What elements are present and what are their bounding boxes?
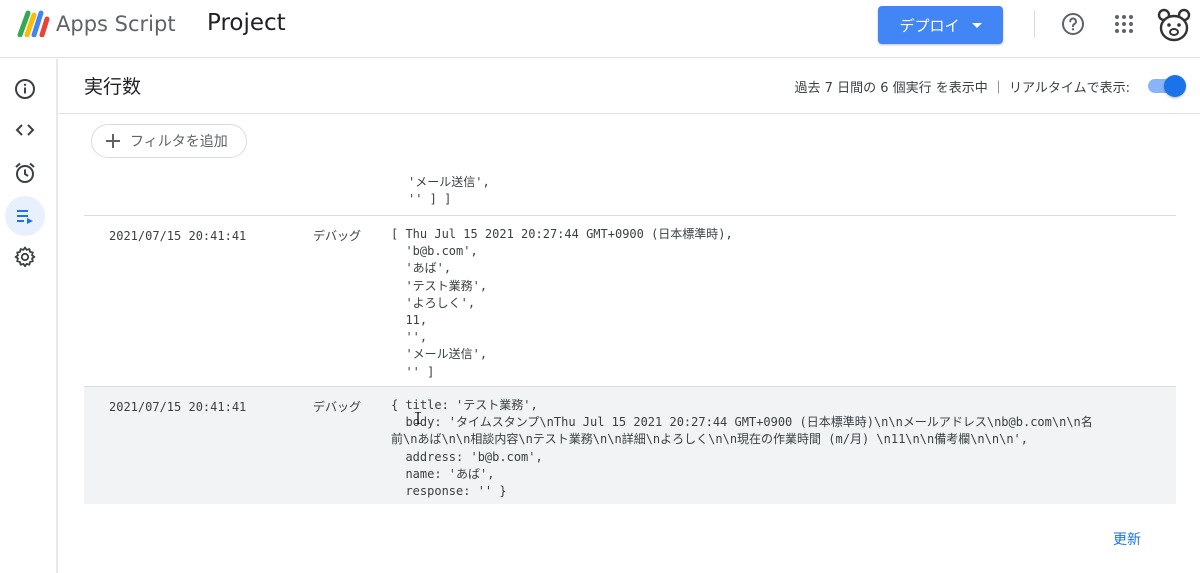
code-icon (15, 124, 35, 136)
top-app-bar: Apps Script Project デプロイ (0, 0, 1200, 58)
plus-icon (106, 134, 120, 148)
sidebar-item-editor[interactable] (5, 110, 45, 150)
executions-header: 実行数 過去 7 日間の 6 個実行 を表示中 ｜ リアルタイムで表示: (58, 59, 1200, 114)
project-name[interactable]: Project (207, 10, 286, 36)
log-message: [ Thu Jul 15 2021 20:27:44 GMT+0900 (日本標… (391, 227, 733, 379)
log-time: 2021/07/15 20:41:41 (109, 400, 247, 414)
log-list: 'メール送信', '' ] ] 2021/07/15 20:41:41 デバッグ… (58, 170, 1200, 530)
apps-script-logo-icon[interactable] (16, 9, 50, 37)
realtime-toggle[interactable] (1146, 75, 1186, 97)
log-message-continuation: 'メール送信', '' ] ] (408, 175, 490, 207)
log-time: 2021/07/15 20:41:41 (109, 229, 247, 243)
alarm-clock-icon (15, 162, 35, 183)
sidebar-item-executions[interactable] (5, 196, 45, 236)
sidebar-item-triggers[interactable] (5, 153, 45, 193)
log-message: { title: 'テスト業務', body: 'タイムスタンプ\nThu Ju… (391, 398, 1093, 499)
deploy-button[interactable]: デプロイ (878, 6, 1003, 44)
add-filter-button[interactable]: フィルタを追加 (91, 124, 247, 158)
side-navigation (0, 59, 58, 573)
apps-grid-icon[interactable] (1112, 12, 1136, 36)
sidebar-item-settings[interactable] (5, 237, 45, 277)
text-cursor-icon (415, 412, 421, 424)
log-level: デバッグ (313, 400, 362, 414)
toggle-thumb (1164, 75, 1186, 97)
chevron-down-icon (971, 22, 982, 28)
add-filter-label: フィルタを追加 (130, 134, 228, 150)
executions-summary: 過去 7 日間の 6 個実行 を表示中 ｜ リアルタイムで表示: (794, 81, 1130, 96)
sidebar-item-overview[interactable] (5, 69, 45, 109)
page-title: 実行数 (84, 76, 142, 98)
log-row[interactable]: 2021/07/15 20:41:41 デバッグ { title: 'テスト業務… (84, 387, 1176, 504)
gear-icon (14, 246, 36, 268)
refresh-button[interactable]: 更新 (1113, 529, 1141, 549)
app-name[interactable]: Apps Script (56, 12, 176, 36)
help-icon[interactable] (1060, 11, 1086, 37)
log-row[interactable]: 2021/07/15 20:41:41 デバッグ [ Thu Jul 15 20… (84, 216, 1176, 386)
header-divider (1034, 10, 1035, 38)
log-level: デバッグ (313, 229, 362, 243)
executions-icon (17, 210, 33, 224)
account-avatar[interactable] (1157, 6, 1191, 44)
deploy-button-label: デプロイ (899, 16, 960, 35)
info-icon (15, 79, 35, 99)
